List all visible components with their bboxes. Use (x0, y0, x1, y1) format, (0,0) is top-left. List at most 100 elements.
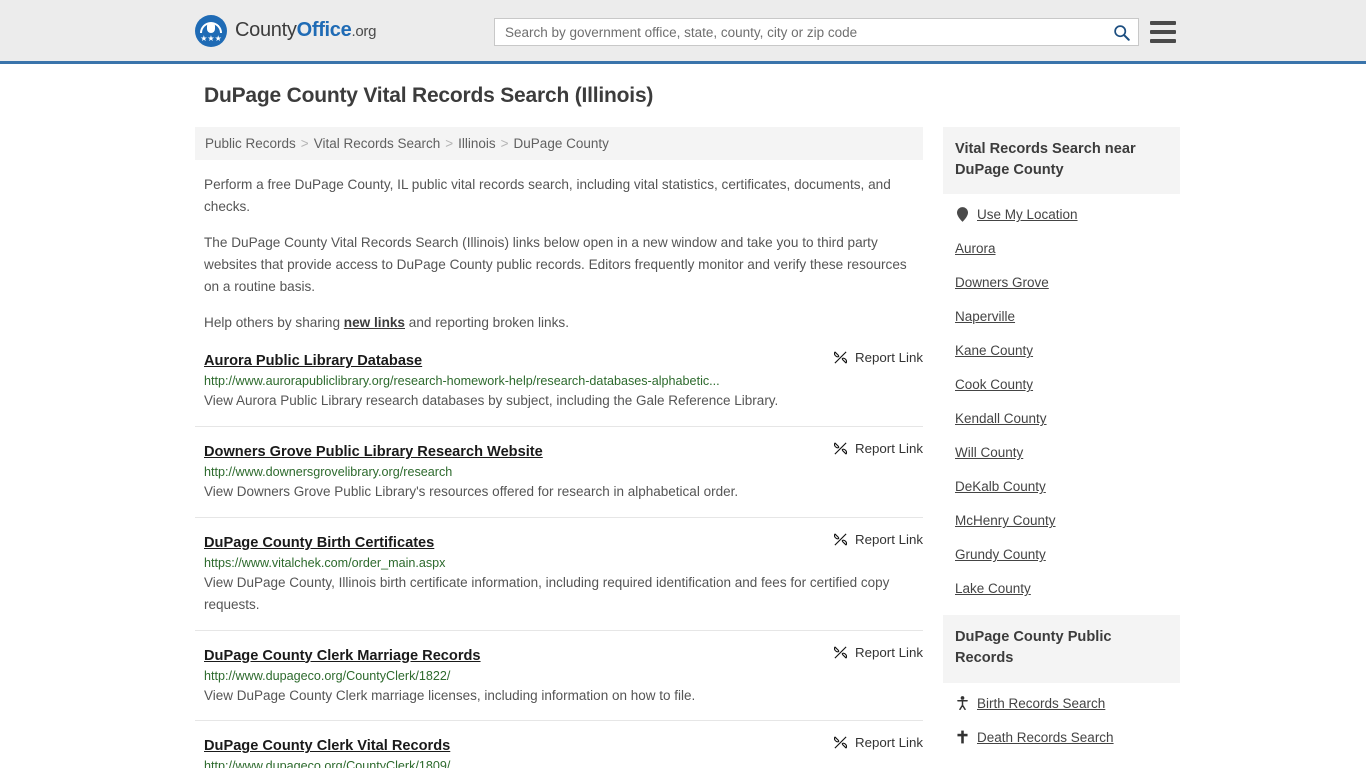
report-link-label: Report Link (855, 531, 923, 547)
sidebar-link-label[interactable]: Aurora (955, 241, 996, 256)
intro-paragraph-1: Perform a free DuPage County, IL public … (204, 177, 891, 215)
main-content: Public Records > Vital Records Search > Illi… (195, 127, 923, 768)
broken-link-icon (833, 646, 848, 659)
sidebar-item-lake-county[interactable]: Lake County (955, 581, 1180, 596)
sidebar-item-kendall-county[interactable]: Kendall County (955, 411, 1180, 426)
brand-text-tld: .org (351, 23, 377, 40)
intro-paragraph-2: The DuPage County Vital Records Search (… (204, 235, 907, 295)
sidebar-item-birth-records-search[interactable]: Birth Records Search (955, 696, 1180, 711)
breadcrumb-item-illinois[interactable]: Illinois (458, 136, 496, 151)
report-link-button[interactable]: Report Link (819, 350, 923, 365)
breadcrumb-separator: > (300, 136, 309, 151)
sidebar-item-cook-county[interactable]: Cook County (955, 377, 1180, 392)
sidebar-link-label[interactable]: Lake County (955, 581, 1031, 596)
report-link-button[interactable]: Report Link (819, 532, 923, 547)
breadcrumb-item-public-records[interactable]: Public Records (205, 136, 296, 151)
brand-text-county: County (235, 19, 297, 41)
brand-text-office: Office (296, 19, 352, 41)
sidebar-item-grundy-county[interactable]: Grundy County (955, 547, 1180, 562)
result-item: Aurora Public Library Database Report Li… (195, 350, 923, 427)
sidebar-link-label[interactable]: Grundy County (955, 547, 1046, 562)
report-link-label: Report Link (855, 440, 923, 456)
sidebar-item-dekalb-county[interactable]: DeKalb County (955, 479, 1180, 494)
sidebar-item-kane-county[interactable]: Kane County (955, 343, 1180, 358)
baby-icon (955, 696, 969, 711)
broken-link-icon (833, 442, 848, 455)
breadcrumb: Public Records > Vital Records Search > Illi… (195, 127, 923, 160)
sidebar-nearby-list: Use My Location Aurora Downers Grove Nap… (943, 194, 1180, 596)
search-button[interactable] (1104, 19, 1138, 45)
sidebar-item-aurora[interactable]: Aurora (955, 241, 1180, 256)
sidebar-link-label[interactable]: Kane County (955, 343, 1033, 358)
report-link-button[interactable]: Report Link (819, 735, 923, 750)
map-pin-icon (955, 207, 969, 223)
report-link-button[interactable]: Report Link (819, 441, 923, 456)
sidebar-item-naperville[interactable]: Naperville (955, 309, 1180, 324)
result-item: DuPage County Clerk Marriage Records Rep… (195, 645, 923, 722)
sidebar-item-use-my-location[interactable]: Use My Location (955, 207, 1180, 222)
result-title-link[interactable]: Downers Grove Public Library Research We… (204, 444, 543, 460)
results-list: Aurora Public Library Database Report Li… (195, 350, 923, 768)
brand-wordmark: CountyOffice.org (235, 19, 376, 42)
cross-icon (955, 730, 969, 744)
sidebar-link-label[interactable]: Kendall County (955, 411, 1047, 426)
result-item: DuPage County Birth Certificates Report … (195, 532, 923, 631)
sidebar-link-label[interactable]: Death Records Search (977, 730, 1114, 745)
breadcrumb-item-vital-records-search[interactable]: Vital Records Search (314, 136, 441, 151)
sidebar-link-label[interactable]: DeKalb County (955, 479, 1046, 494)
sidebar-link-label[interactable]: Naperville (955, 309, 1015, 324)
result-description: View DuPage County, Illinois birth certi… (204, 574, 890, 612)
sidebar-item-downers-grove[interactable]: Downers Grove (955, 275, 1180, 290)
result-url: http://www.downersgrovelibrary.org/resea… (204, 464, 453, 479)
result-title-link[interactable]: Aurora Public Library Database (204, 353, 422, 369)
report-link-button[interactable]: Report Link (819, 645, 923, 660)
sidebar-item-will-county[interactable]: Will County (955, 445, 1180, 460)
breadcrumb-separator: > (445, 136, 454, 151)
intro-text: Perform a free DuPage County, IL public … (195, 174, 923, 334)
share-text-after: and reporting broken links. (405, 315, 569, 331)
result-description: View Aurora Public Library research data… (204, 393, 779, 409)
result-url: http://www.dupageco.org/CountyClerk/1822… (204, 668, 451, 683)
sidebar-link-label[interactable]: Will County (955, 445, 1023, 460)
report-link-label: Report Link (855, 735, 923, 751)
result-description: View DuPage County Clerk marriage licens… (204, 687, 696, 703)
intro-paragraph-3: Help others by sharing new links and rep… (204, 312, 923, 334)
search-icon (1113, 24, 1130, 41)
page-body: DuPage County Vital Records Search (Illi… (0, 64, 1366, 768)
sidebar-public-records-heading: DuPage County Public Records (943, 615, 1180, 683)
report-link-label: Report Link (855, 644, 923, 660)
broken-link-icon (833, 351, 848, 364)
result-title-link[interactable]: DuPage County Clerk Vital Records (204, 738, 450, 754)
sidebar-item-mchenry-county[interactable]: McHenry County (955, 513, 1180, 528)
search-bar[interactable] (494, 18, 1139, 46)
sidebar-nearby-heading: Vital Records Search near DuPage County (943, 127, 1180, 195)
report-link-label: Report Link (855, 350, 923, 366)
broken-link-icon (833, 736, 848, 749)
result-url: http://www.aurorapubliclibrary.org/resea… (204, 374, 720, 389)
site-logo[interactable]: ★★★ CountyOffice.org (195, 14, 376, 47)
sidebar-link-label[interactable]: Cook County (955, 377, 1033, 392)
result-item: Downers Grove Public Library Research We… (195, 441, 923, 518)
broken-link-icon (833, 533, 848, 546)
result-title-link[interactable]: DuPage County Birth Certificates (204, 535, 434, 551)
search-input[interactable] (495, 24, 1104, 40)
result-item: DuPage County Clerk Vital Records Report… (195, 735, 923, 768)
page-title: DuPage County Vital Records Search (Illi… (204, 84, 654, 107)
sidebar-item-death-records-search[interactable]: Death Records Search (955, 730, 1180, 745)
result-url: https://www.vitalchek.com/order_main.asp… (204, 555, 446, 570)
result-url: http://www.dupageco.org/CountyClerk/1809… (204, 759, 451, 768)
new-links-link[interactable]: new links (344, 315, 405, 330)
breadcrumb-separator: > (500, 136, 509, 151)
sidebar-link-label[interactable]: Birth Records Search (977, 696, 1105, 711)
sidebar-link-label[interactable]: Use My Location (977, 207, 1078, 222)
result-title-link[interactable]: DuPage County Clerk Marriage Records (204, 648, 481, 664)
sidebar-public-records-list: Birth Records Search Death Records Searc… (943, 683, 1180, 745)
sidebar-link-label[interactable]: Downers Grove (955, 275, 1049, 290)
breadcrumb-item-dupage-county[interactable]: DuPage County (514, 136, 609, 151)
share-text-before: Help others by sharing (204, 315, 344, 331)
countyoffice-eagle-logo-icon: ★★★ (195, 14, 227, 47)
sidebar-link-label[interactable]: McHenry County (955, 513, 1056, 528)
result-description: View Downers Grove Public Library's reso… (204, 483, 739, 499)
sidebar: Vital Records Search near DuPage County … (943, 127, 1180, 764)
hamburger-menu-icon[interactable] (1150, 21, 1176, 43)
